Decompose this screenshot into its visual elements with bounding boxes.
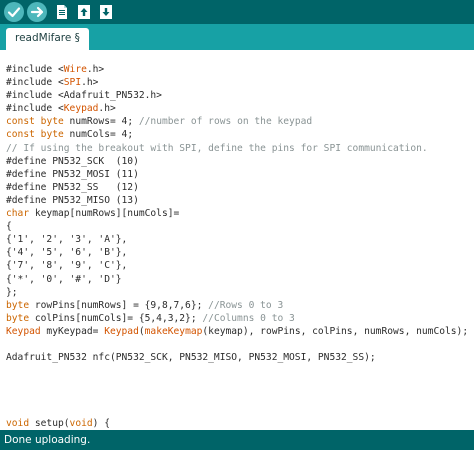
- arrow-right-icon: [30, 6, 44, 18]
- tab-readmifare[interactable]: readMifare §: [6, 28, 89, 50]
- check-icon: [7, 7, 21, 18]
- code-line[interactable]: #include <Keypad.h>: [6, 102, 468, 115]
- code-line[interactable]: {'4', '5', '6', 'B'},: [6, 246, 468, 259]
- code-line[interactable]: #define PN532_SS (12): [6, 181, 468, 194]
- code-line[interactable]: void setup(void) {: [6, 417, 468, 430]
- code-line[interactable]: {: [6, 220, 468, 233]
- verify-button[interactable]: [4, 2, 24, 22]
- code-line[interactable]: [6, 364, 468, 377]
- code-line[interactable]: #define PN532_SCK (10): [6, 155, 468, 168]
- code-line[interactable]: const byte numCols= 4;: [6, 128, 468, 141]
- code-line[interactable]: const byte numRows= 4; //number of rows …: [6, 115, 468, 128]
- code-line[interactable]: [6, 390, 468, 403]
- code-line[interactable]: [6, 377, 468, 390]
- code-line[interactable]: #include <Adafruit_PN532.h>: [6, 89, 468, 102]
- code-line[interactable]: [6, 338, 468, 351]
- code-line[interactable]: // If using the breakout with SPI, defin…: [6, 142, 468, 155]
- code-line[interactable]: #include <Wire.h>: [6, 63, 468, 76]
- code-line[interactable]: #define PN532_MOSI (11): [6, 168, 468, 181]
- code-line[interactable]: {'1', '2', '3', 'A'},: [6, 233, 468, 246]
- open-arrow-up-icon: [78, 5, 90, 19]
- code-line[interactable]: [6, 403, 468, 416]
- code-text[interactable]: #include <Wire.h> #include <SPI.h> #includ…: [6, 63, 468, 430]
- open-button[interactable]: [74, 2, 94, 22]
- toolbar: [0, 0, 474, 24]
- code-line[interactable]: };: [6, 286, 468, 299]
- code-line[interactable]: byte colPins[numCols]= {5,4,3,2}; //Colu…: [6, 312, 468, 325]
- code-line[interactable]: char keymap[numRows][numCols]=: [6, 207, 468, 220]
- tab-bar: readMifare §: [0, 24, 474, 50]
- new-button[interactable]: [52, 2, 72, 22]
- code-line[interactable]: Keypad myKeypad= Keypad(makeKeymap(keyma…: [6, 325, 468, 338]
- code-line[interactable]: byte rowPins[numRows] = {9,8,7,6}; //Row…: [6, 299, 468, 312]
- status-message: Done uploading.: [4, 434, 91, 446]
- code-line[interactable]: #include <SPI.h>: [6, 76, 468, 89]
- code-line[interactable]: {'*', '0', '#', 'D'}: [6, 273, 468, 286]
- save-button[interactable]: [96, 2, 116, 22]
- code-line[interactable]: #define PN532_MISO (13): [6, 194, 468, 207]
- status-bar: Done uploading.: [0, 430, 474, 450]
- code-line[interactable]: {'7', '8', '9', 'C'},: [6, 259, 468, 272]
- upload-button[interactable]: [27, 2, 47, 22]
- save-arrow-down-icon: [100, 5, 112, 19]
- code-line[interactable]: Adafruit_PN532 nfc(PN532_SCK, PN532_MISO…: [6, 351, 468, 364]
- new-file-icon: [57, 5, 67, 19]
